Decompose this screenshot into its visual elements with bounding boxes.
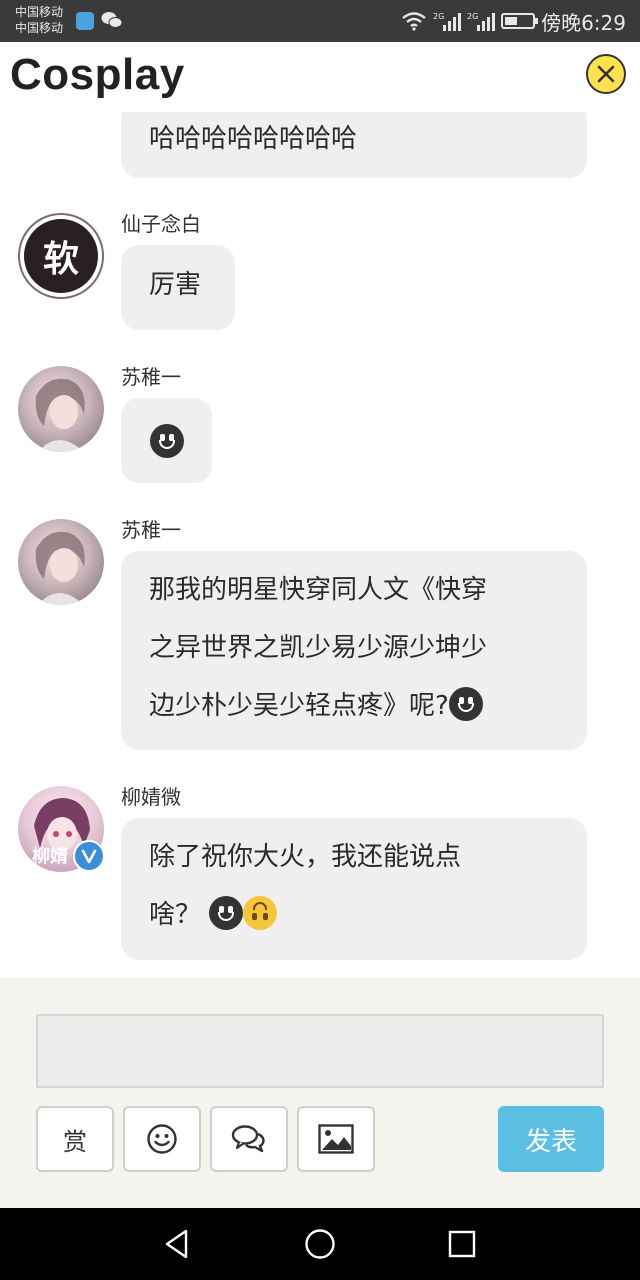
message-line-with-emoji: 边少朴少吴少轻点疼》呢? bbox=[149, 677, 559, 735]
avatar-text: 柳婧 bbox=[32, 846, 68, 867]
battery-level bbox=[505, 17, 518, 25]
verified-badge bbox=[73, 840, 105, 872]
message-bubble: 哈哈哈哈哈哈哈哈 bbox=[121, 112, 587, 178]
message-line: 边少朴少吴少轻点疼》呢? bbox=[149, 691, 449, 721]
carrier-2: 中国移动 bbox=[15, 21, 64, 35]
sender-name: 仙子念白 bbox=[121, 212, 201, 236]
app-header: Cosplay bbox=[0, 42, 640, 112]
sender-name: 苏稚一 bbox=[121, 365, 181, 389]
carrier-1: 中国移动 bbox=[15, 5, 64, 19]
message-line-with-emoji: 啥？ bbox=[149, 886, 559, 944]
verified-v-icon bbox=[81, 849, 97, 864]
emoji-button[interactable] bbox=[123, 1106, 201, 1172]
image-button[interactable] bbox=[297, 1106, 375, 1172]
message-line: 除了祝你大火，我还能说点 bbox=[149, 842, 462, 872]
signal-icon-2: 2G bbox=[467, 12, 496, 31]
status-time: 傍晚6:29 bbox=[541, 10, 626, 35]
message-text: 哈哈哈哈哈哈哈哈 bbox=[149, 124, 358, 154]
message-line: 那我的明星快穿同人文《快穿 bbox=[149, 575, 488, 605]
avatar[interactable] bbox=[18, 519, 104, 605]
message-bubble: 那我的明星快穿同人文《快穿 之异世界之凯少易少源少坤少 边少朴少吴少轻点疼》呢? bbox=[121, 551, 587, 750]
send-label: 发表 bbox=[524, 1126, 577, 1157]
sender-name: 苏稚一 bbox=[121, 518, 181, 542]
recents-square-icon[interactable] bbox=[444, 1226, 480, 1262]
signal-icon-1: 2G bbox=[433, 12, 462, 31]
back-triangle-icon[interactable] bbox=[160, 1226, 196, 1262]
avatar[interactable]: 软 bbox=[18, 213, 104, 299]
chat-list[interactable]: 哈哈哈哈哈哈哈哈 软 仙子念白 厉害 苏稚一 苏稚一 那我的明星快穿同人文《快穿… bbox=[0, 112, 640, 978]
close-button[interactable] bbox=[586, 54, 626, 94]
shield-icon bbox=[76, 12, 94, 30]
navigation-bar bbox=[0, 1208, 640, 1280]
message-bubble: 除了祝你大火，我还能说点 啥？ bbox=[121, 818, 587, 960]
reward-button[interactable]: 赏 bbox=[36, 1106, 114, 1172]
avatar-text: 软 bbox=[24, 219, 98, 293]
message-bubble bbox=[121, 398, 212, 483]
chat-bubbles-icon bbox=[231, 1125, 265, 1153]
image-icon bbox=[318, 1124, 354, 1154]
close-circle-icon bbox=[597, 65, 615, 83]
wifi-icon bbox=[402, 12, 426, 31]
wechat-icon bbox=[101, 12, 123, 28]
avatar-portrait bbox=[35, 531, 85, 605]
chat-button[interactable] bbox=[210, 1106, 288, 1172]
upside-down-face-emoji bbox=[243, 895, 278, 930]
status-bar: 中国移动 中国移动 2G 2G 傍晚6:29 bbox=[0, 0, 640, 42]
status-right: 2G 2G 傍晚6:29 bbox=[401, 8, 626, 35]
network-label-2: 2G bbox=[467, 12, 478, 21]
smiley-emoji bbox=[149, 423, 184, 458]
message-bubble: 厉害 bbox=[121, 245, 235, 330]
carrier-labels: 中国移动 中国移动 bbox=[15, 4, 63, 36]
sender-name: 柳婧微 bbox=[121, 785, 181, 809]
smiley-emoji bbox=[209, 895, 244, 930]
network-label-1: 2G bbox=[433, 12, 444, 21]
send-button[interactable]: 发表 bbox=[498, 1106, 604, 1172]
reward-label: 赏 bbox=[63, 1127, 87, 1156]
page-title: Cosplay bbox=[10, 50, 185, 99]
battery-icon bbox=[501, 13, 539, 29]
message-line: 啥？ bbox=[149, 900, 202, 930]
smiley-icon bbox=[147, 1124, 177, 1154]
message-line: 之异世界之凯少易少源少坤少 bbox=[149, 633, 488, 663]
smiley-emoji bbox=[448, 686, 483, 721]
comment-input[interactable] bbox=[36, 1014, 604, 1088]
composer: 赏 发表 bbox=[0, 978, 640, 1208]
avatar-portrait bbox=[35, 378, 85, 452]
message-text: 厉害 bbox=[149, 270, 202, 300]
home-circle-icon[interactable] bbox=[302, 1226, 338, 1262]
avatar[interactable] bbox=[18, 366, 104, 452]
